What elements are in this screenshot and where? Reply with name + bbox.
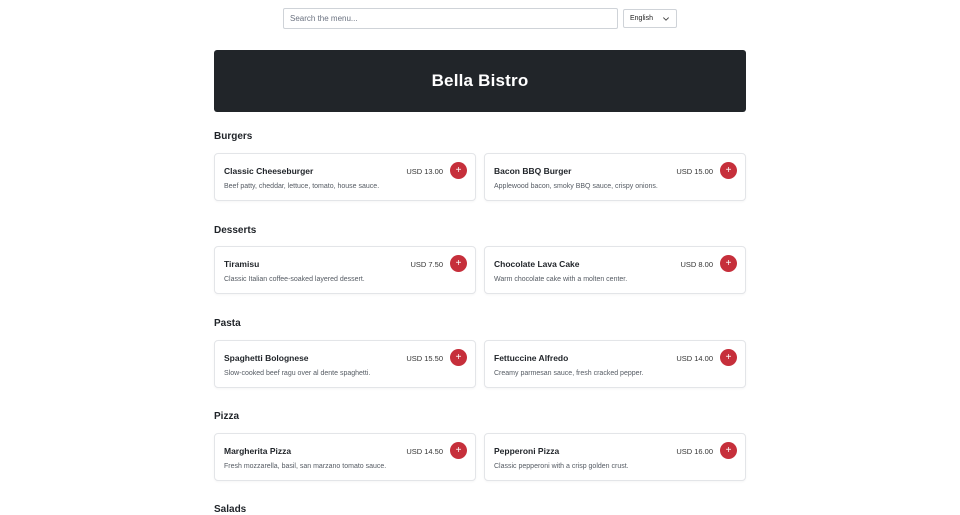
restaurant-title: Bella Bistro bbox=[431, 71, 529, 90]
add-to-cart-button[interactable]: + bbox=[720, 162, 737, 179]
top-bar: English bbox=[283, 8, 677, 29]
chevron-down-icon bbox=[663, 16, 669, 21]
menu-item-description: Applewood bacon, smoky BBQ sauce, crispy… bbox=[494, 183, 658, 190]
menu-item-name: Pepperoni Pizza bbox=[494, 446, 560, 456]
menu-item-description: Slow-cooked beef ragu over al dente spag… bbox=[224, 370, 371, 377]
menu-item-price: USD 14.00 bbox=[676, 354, 713, 363]
menu-item-price: USD 15.00 bbox=[676, 167, 713, 176]
add-to-cart-button[interactable]: + bbox=[720, 442, 737, 459]
menu-item-name: Chocolate Lava Cake bbox=[494, 259, 580, 269]
menu-item-price: USD 7.50 bbox=[410, 260, 443, 269]
add-to-cart-button[interactable]: + bbox=[450, 349, 467, 366]
hero-banner: Bella Bistro bbox=[214, 50, 746, 112]
add-to-cart-button[interactable]: + bbox=[720, 349, 737, 366]
section-title-desserts: Desserts bbox=[214, 225, 257, 236]
menu-item-card: Tiramisu USD 7.50 + Classic Italian coff… bbox=[214, 246, 476, 294]
menu-item-name: Tiramisu bbox=[224, 259, 260, 269]
menu-item-card: Margherita Pizza USD 14.50 + Fresh mozza… bbox=[214, 433, 476, 481]
menu-item-card: Fettuccine Alfredo USD 14.00 + Creamy pa… bbox=[484, 340, 746, 388]
menu-item-name: Margherita Pizza bbox=[224, 446, 292, 456]
search-input[interactable] bbox=[283, 8, 618, 29]
section-title-pasta: Pasta bbox=[214, 318, 241, 329]
add-to-cart-button[interactable]: + bbox=[450, 442, 467, 459]
menu-item-price: USD 16.00 bbox=[676, 447, 713, 456]
menu-item-card: Spaghetti Bolognese USD 15.50 + Slow-coo… bbox=[214, 340, 476, 388]
add-to-cart-button[interactable]: + bbox=[450, 162, 467, 179]
section-title-salads: Salads bbox=[214, 504, 247, 515]
menu-item-description: Fresh mozzarella, basil, san marzano tom… bbox=[224, 463, 387, 470]
menu-item-description: Classic Italian coffee-soaked layered de… bbox=[224, 276, 365, 283]
menu-item-card: Pepperoni Pizza USD 16.00 + Classic pepp… bbox=[484, 433, 746, 481]
menu-item-price: USD 14.50 bbox=[406, 447, 443, 456]
menu-item-card: Classic Cheeseburger USD 13.00 + Beef pa… bbox=[214, 153, 476, 201]
menu-item-description: Creamy parmesan sauce, fresh cracked pep… bbox=[494, 370, 644, 377]
menu-item-card: Chocolate Lava Cake USD 8.00 + Warm choc… bbox=[484, 246, 746, 294]
menu-item-price: USD 13.00 bbox=[406, 167, 443, 176]
menu-item-description: Beef patty, cheddar, lettuce, tomato, ho… bbox=[224, 183, 380, 190]
menu-item-name: Spaghetti Bolognese bbox=[224, 353, 309, 363]
menu-item-description: Warm chocolate cake with a molten center… bbox=[494, 276, 628, 283]
add-to-cart-button[interactable]: + bbox=[450, 255, 467, 272]
menu-item-card: Bacon BBQ Burger USD 15.00 + Applewood b… bbox=[484, 153, 746, 201]
section-title-burgers: Burgers bbox=[214, 131, 253, 142]
menu-item-name: Classic Cheeseburger bbox=[224, 166, 314, 176]
menu-item-name: Bacon BBQ Burger bbox=[494, 166, 572, 176]
menu-item-price: USD 8.00 bbox=[680, 260, 713, 269]
language-select-value: English bbox=[630, 15, 653, 22]
menu-item-price: USD 15.50 bbox=[406, 354, 443, 363]
menu-item-name: Fettuccine Alfredo bbox=[494, 353, 569, 363]
language-select[interactable]: English bbox=[623, 9, 677, 28]
section-title-pizza: Pizza bbox=[214, 411, 240, 422]
menu-item-description: Classic pepperoni with a crisp golden cr… bbox=[494, 463, 629, 470]
add-to-cart-button[interactable]: + bbox=[720, 255, 737, 272]
